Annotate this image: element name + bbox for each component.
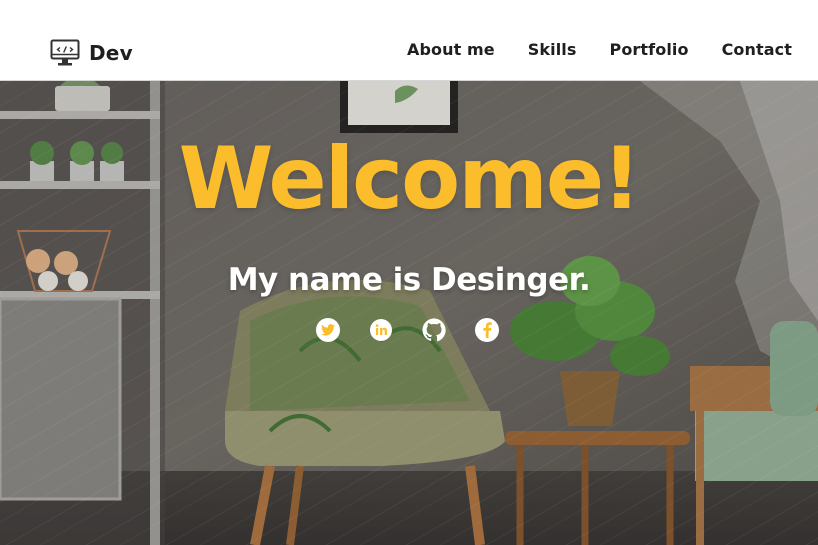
brand-logo-link[interactable]: Dev <box>50 38 133 68</box>
brand-name: Dev <box>89 41 133 65</box>
nav-item-about: About me <box>407 40 495 60</box>
linkedin-icon <box>370 319 392 341</box>
twitter-icon <box>321 324 335 336</box>
nav-item-portfolio: Portfolio <box>610 40 689 60</box>
monitor-code-icon <box>50 39 80 66</box>
nav-item-contact: Contact <box>722 40 792 60</box>
nav-link-portfolio[interactable]: Portfolio <box>610 40 689 59</box>
navbar: Dev About me Skills Portfolio Contact <box>0 0 818 81</box>
social-links <box>316 318 528 342</box>
nav-link-skills[interactable]: Skills <box>528 40 577 59</box>
hero-subtitle: My name is Desinger. <box>227 262 591 298</box>
github-icon <box>422 318 446 342</box>
linkedin-link[interactable] <box>369 318 393 342</box>
facebook-icon <box>483 322 492 338</box>
nav-link-contact[interactable]: Contact <box>722 40 792 59</box>
facebook-link[interactable] <box>475 318 499 342</box>
nav-menu: About me Skills Portfolio Contact <box>374 38 792 62</box>
github-link[interactable] <box>422 318 446 342</box>
twitter-link[interactable] <box>316 318 340 342</box>
nav-link-about[interactable]: About me <box>407 40 495 59</box>
hero-title: Welcome! <box>178 129 642 229</box>
hero-section: Welcome! My name is Desinger. <box>0 81 818 545</box>
nav-item-skills: Skills <box>528 40 577 60</box>
